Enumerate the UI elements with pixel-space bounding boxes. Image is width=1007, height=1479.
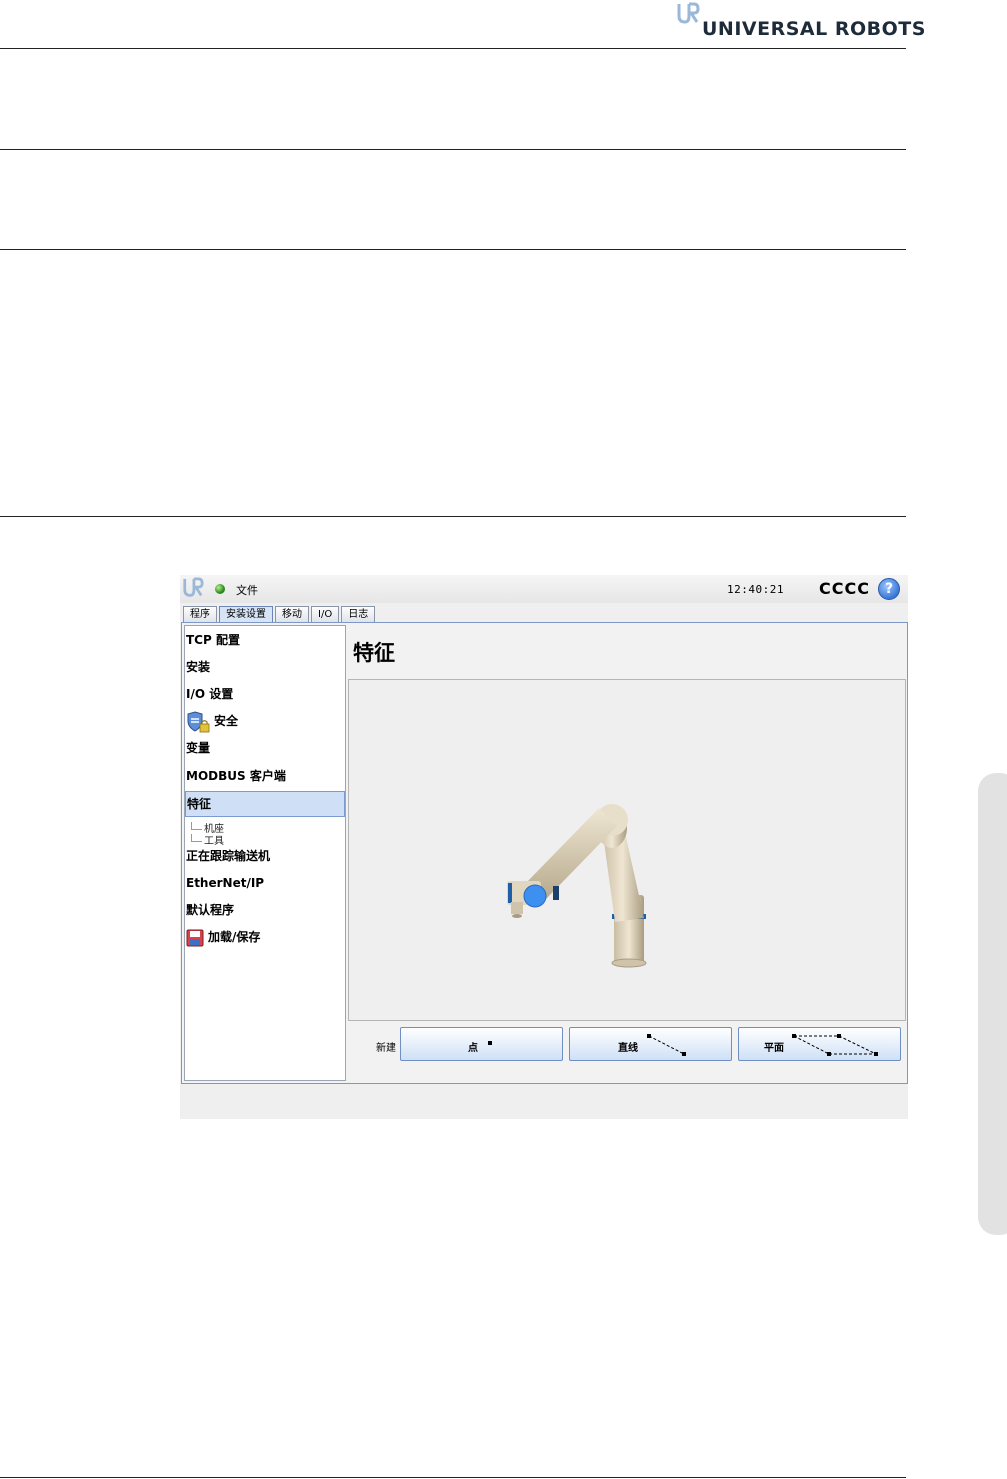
sidebar-item-label: 特征 bbox=[187, 797, 212, 811]
status-led-icon bbox=[215, 584, 225, 594]
tab-io[interactable]: I/O bbox=[311, 606, 340, 622]
page-title: 特征 bbox=[353, 641, 395, 665]
sidebar-item-label: MODBUS 客户端 bbox=[186, 769, 286, 783]
shield-lock-icon bbox=[187, 710, 210, 732]
divider bbox=[0, 149, 906, 150]
robot-3d-view[interactable] bbox=[348, 679, 906, 1021]
tab-installation[interactable]: 安装设置 bbox=[219, 606, 273, 622]
ur-logo-icon bbox=[677, 2, 700, 24]
help-button[interactable]: ? bbox=[878, 578, 900, 600]
sidebar-item-io-setup[interactable]: I/O 设置 bbox=[185, 682, 345, 706]
robot-arm-model bbox=[507, 804, 647, 968]
sidebar-item-label: 变量 bbox=[186, 741, 211, 755]
sidebar-item-label: EtherNet/IP bbox=[186, 876, 265, 890]
sidebar-item-label: 安装 bbox=[186, 660, 211, 674]
point-icon bbox=[488, 1041, 492, 1045]
tab-log[interactable]: 日志 bbox=[341, 606, 376, 622]
clock: 12:40:21 bbox=[727, 583, 784, 596]
sidebar-item-label: 正在跟踪输送机 bbox=[186, 849, 271, 863]
sidebar-item-label: TCP 配置 bbox=[186, 633, 240, 647]
tab-move[interactable]: 移动 bbox=[275, 606, 309, 622]
divider bbox=[0, 1477, 906, 1478]
installation-panel: TCP 配置 安装 I/O 设置 安全 变量 MODBUS 客户端 特征 机座 … bbox=[181, 622, 908, 1084]
divider bbox=[0, 48, 906, 49]
chapter-thumb-tab bbox=[978, 773, 1007, 1235]
robot-name: CCCC bbox=[819, 579, 870, 598]
plane-icon bbox=[792, 1034, 878, 1056]
sidebar-item-ethernet-ip[interactable]: EtherNet/IP bbox=[185, 871, 345, 895]
sidebar-item-label: 默认程序 bbox=[186, 903, 235, 917]
sidebar-item-mounting[interactable]: 安装 bbox=[185, 655, 345, 679]
sidebar-item-label: I/O 设置 bbox=[186, 687, 234, 701]
divider bbox=[0, 249, 906, 250]
sidebar: TCP 配置 安装 I/O 设置 安全 变量 MODBUS 客户端 特征 机座 … bbox=[184, 625, 346, 1081]
main-tabs: 程序 安装设置 移动 I/O 日志 bbox=[183, 606, 377, 622]
new-feature-label: 新建 bbox=[376, 1043, 396, 1054]
floppy-disk-icon bbox=[186, 929, 204, 946]
new-point-button[interactable]: 点 bbox=[400, 1027, 563, 1061]
sidebar-item-variables[interactable]: 变量 bbox=[185, 736, 345, 760]
brand-name: UNIVERSAL ROBOTS bbox=[702, 18, 926, 40]
universal-robots-logo: UNIVERSAL ROBOTS bbox=[672, 0, 925, 44]
top-bar: 文件 12:40:21 CCCC ? bbox=[180, 575, 908, 603]
new-plane-button[interactable]: 平面 bbox=[738, 1027, 901, 1061]
app-screenshot: 文件 12:40:21 CCCC ? 程序 安装设置 移动 I/O 日志 TCP… bbox=[180, 575, 908, 1119]
tab-program[interactable]: 程序 bbox=[183, 606, 217, 622]
sidebar-item-label: 加载/保存 bbox=[208, 930, 261, 944]
sidebar-item-tcp[interactable]: TCP 配置 bbox=[185, 628, 345, 652]
sidebar-item-label: 安全 bbox=[214, 714, 239, 728]
file-menu[interactable]: 文件 bbox=[236, 582, 258, 598]
sidebar-item-features[interactable]: 特征 bbox=[185, 791, 345, 817]
ur-logo-icon[interactable] bbox=[182, 577, 204, 599]
sidebar-item-load-save[interactable]: 加载/保存 bbox=[185, 925, 345, 951]
new-line-button[interactable]: 直线 bbox=[569, 1027, 732, 1061]
divider bbox=[0, 516, 906, 517]
sidebar-item-safety[interactable]: 安全 bbox=[185, 709, 345, 735]
sidebar-item-conveyor[interactable]: 正在跟踪输送机 bbox=[185, 844, 345, 868]
line-icon bbox=[647, 1034, 686, 1056]
sidebar-item-default-program[interactable]: 默认程序 bbox=[185, 898, 345, 922]
sidebar-item-modbus[interactable]: MODBUS 客户端 bbox=[185, 764, 345, 788]
